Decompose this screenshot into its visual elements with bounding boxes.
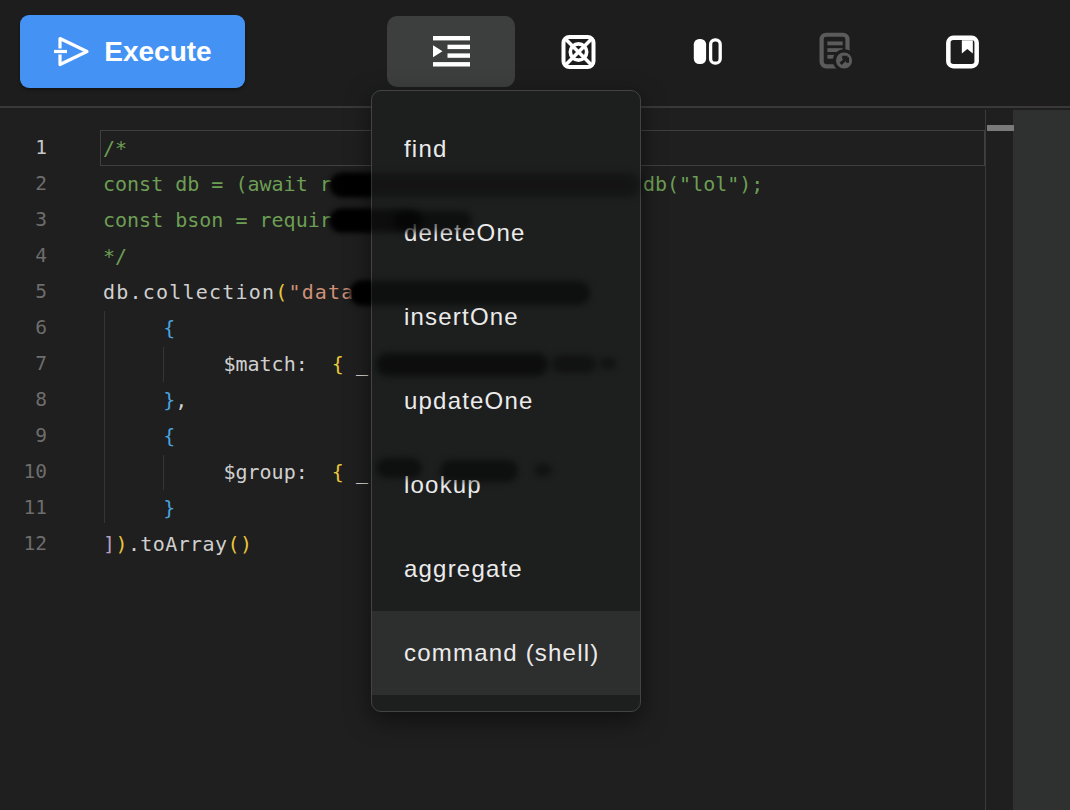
code-line[interactable]: const db = (await rdb("lol"); bbox=[103, 166, 332, 202]
run-operation-menu-button[interactable] bbox=[387, 16, 515, 87]
execute-button[interactable]: Execute bbox=[20, 15, 245, 88]
menu-item-find[interactable]: find bbox=[372, 107, 640, 191]
line-number: 12 bbox=[0, 526, 47, 562]
code-line[interactable]: /* bbox=[103, 130, 127, 166]
split-view-button[interactable] bbox=[643, 16, 771, 87]
menu-item-insertOne[interactable]: insertOne bbox=[372, 275, 640, 359]
line-number: 1 bbox=[0, 130, 47, 166]
code-line[interactable]: $match: { _ bbox=[103, 346, 368, 382]
code-line[interactable]: ]).toArray() bbox=[103, 526, 252, 562]
studio-window: Execute bbox=[0, 0, 1070, 810]
code-line[interactable]: { bbox=[103, 310, 175, 346]
export-document-icon bbox=[813, 29, 859, 75]
menu-item-aggregate[interactable]: aggregate bbox=[372, 527, 640, 611]
run-icon bbox=[53, 36, 90, 67]
run-operation-menu-icon bbox=[432, 36, 470, 67]
execute-label: Execute bbox=[104, 36, 211, 68]
line-number: 3 bbox=[0, 202, 47, 238]
line-number: 8 bbox=[0, 382, 47, 418]
code-line[interactable]: $group: { _ bbox=[103, 454, 368, 490]
bookmark-icon bbox=[942, 32, 983, 72]
code-line[interactable]: { bbox=[103, 418, 175, 454]
line-number: 7 bbox=[0, 346, 47, 382]
line-number: 5 bbox=[0, 274, 47, 310]
code-line[interactable]: const bson = requir bbox=[103, 202, 332, 238]
scrollbar-track-divider bbox=[985, 110, 986, 810]
menu-item-lookup[interactable]: lookup bbox=[372, 443, 640, 527]
bookmark-button[interactable] bbox=[898, 16, 1026, 87]
code-line[interactable]: }, bbox=[103, 382, 187, 418]
code-line[interactable]: */ bbox=[103, 238, 127, 274]
line-number: 9 bbox=[0, 418, 47, 454]
menu-item-command-shell[interactable]: command (shell) bbox=[372, 611, 640, 695]
operation-menu: finddeleteOneinsertOneupdateOnelookupagg… bbox=[371, 90, 641, 712]
export-document-button[interactable] bbox=[772, 16, 900, 87]
line-number: 11 bbox=[0, 490, 47, 526]
line-number: 4 bbox=[0, 238, 47, 274]
code-line[interactable]: } bbox=[103, 490, 175, 526]
results-panel-strip bbox=[1013, 110, 1070, 810]
menu-item-updateOne[interactable]: updateOne bbox=[372, 359, 640, 443]
line-number: 2 bbox=[0, 166, 47, 202]
overview-ruler-marker bbox=[987, 125, 1014, 131]
line-number: 10 bbox=[0, 454, 47, 490]
no-output-button[interactable] bbox=[514, 16, 642, 87]
menu-item-deleteOne[interactable]: deleteOne bbox=[372, 191, 640, 275]
code-line[interactable]: db.collection("data bbox=[103, 274, 355, 310]
no-output-icon bbox=[558, 32, 599, 72]
line-number: 6 bbox=[0, 310, 47, 346]
split-view-icon bbox=[689, 33, 725, 70]
